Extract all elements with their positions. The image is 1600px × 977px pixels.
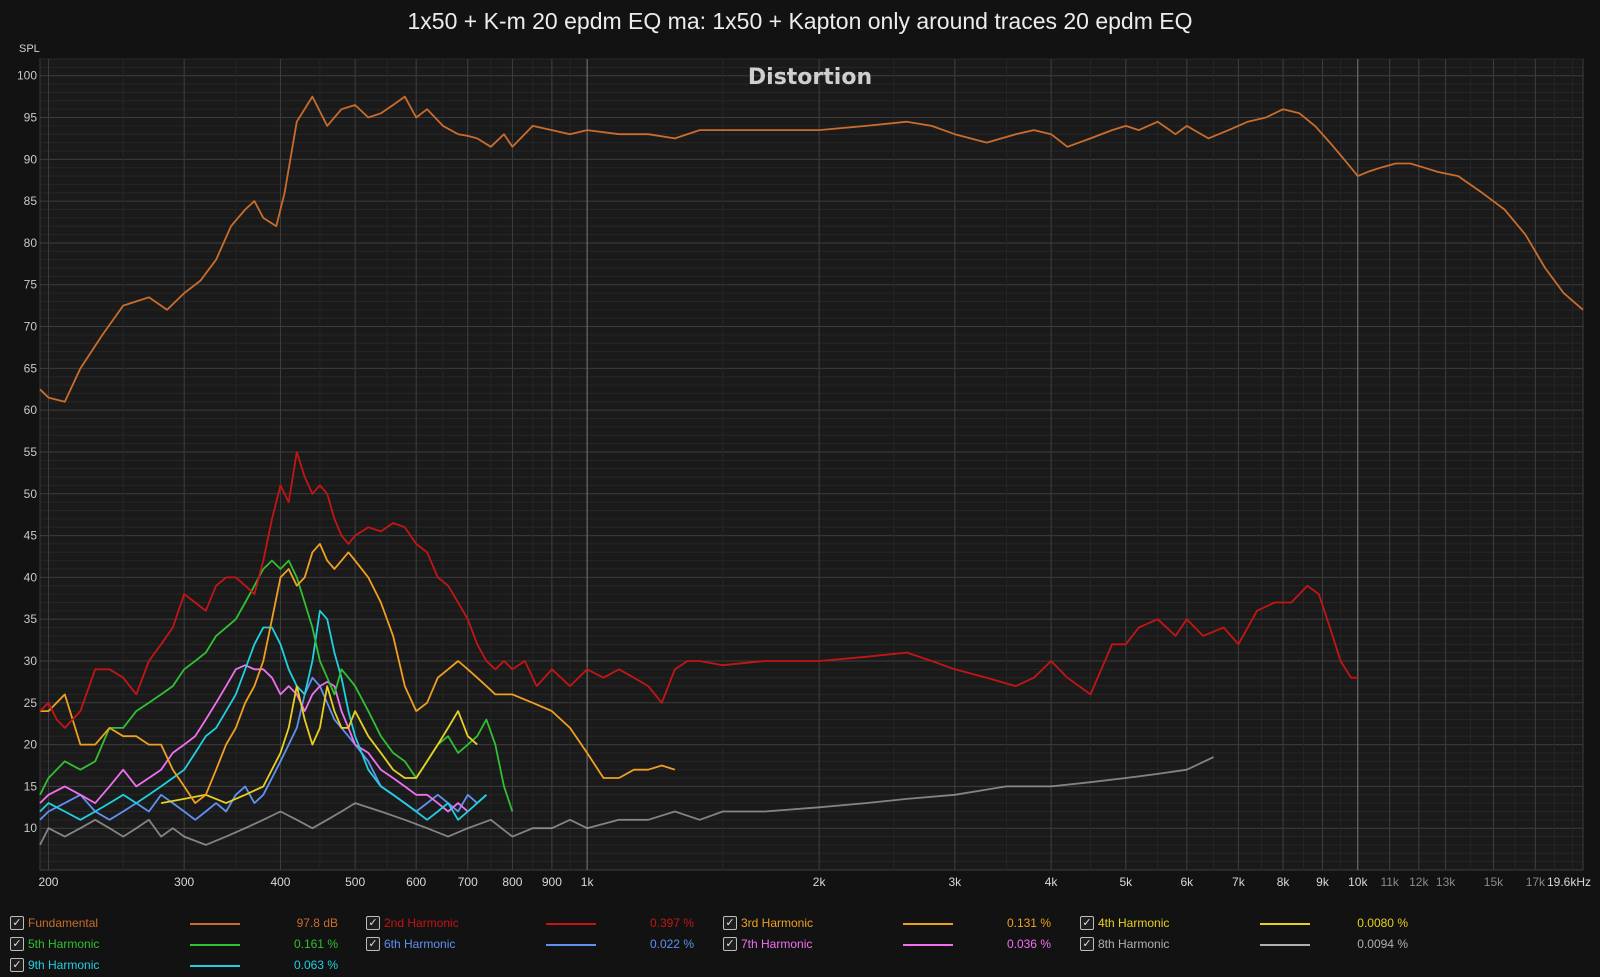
y-tick-label: 45 [24,529,38,543]
legend-label: Fundamental [28,916,99,930]
checkbox-icon[interactable]: ✓ [723,916,737,930]
x-tick-label: 1k [581,875,595,889]
x-tick-label: 17k [1526,875,1546,889]
x-tick-label: 600 [406,875,426,889]
legend-item-2nd-harmonic[interactable]: ✓ 2nd Harmonic 0.397 % [366,914,706,932]
x-tick-label: 2k [813,875,827,889]
legend-label: 9th Harmonic [28,958,100,972]
legend-item-3rd-harmonic[interactable]: ✓ 3rd Harmonic 0.131 % [723,914,1063,932]
legend-label: 5th Harmonic [28,937,100,951]
legend-label: 6th Harmonic [384,937,456,951]
legend-item-5th-harmonic[interactable]: ✓ 5th Harmonic 0.161 % [10,935,350,953]
y-tick-label: 75 [24,278,38,292]
y-tick-label: 10 [24,821,38,835]
legend-value: 0.022 % [649,937,694,951]
legend-value: 0.161 % [293,937,338,951]
checkbox-icon[interactable]: ✓ [366,916,380,930]
checkbox-icon[interactable]: ✓ [10,958,24,972]
legend-item-4th-harmonic[interactable]: ✓ 4th Harmonic 0.0080 % [1080,914,1420,932]
legend: ✓ Fundamental 97.8 dB ✓ 2nd Harmonic 0.3… [0,912,1600,974]
legend-swatch [190,923,240,925]
legend-swatch [546,944,596,946]
distortion-chart[interactable]: 10 15 20 25 30 35 40 45 50 55 60 65 70 75 80 85 90 95 100 2… [0,0,1600,912]
y-axis-label: SPL [19,43,40,55]
x-tick-label: 19.6kHz [1547,875,1591,889]
legend-swatch [903,923,953,925]
legend-label: 2nd Harmonic [384,916,459,930]
x-tick-label: 200 [38,875,58,889]
x-tick-label: 8k [1277,875,1291,889]
y-tick-label: 35 [24,612,38,626]
x-tick-label: 900 [542,875,562,889]
legend-swatch [1260,944,1310,946]
x-tick-label: 3k [948,875,962,889]
x-tick-label: 500 [345,875,365,889]
checkbox-icon[interactable]: ✓ [366,937,380,951]
y-tick-label: 55 [24,445,38,459]
legend-value: 0.036 % [1006,937,1051,951]
y-tick-label: 30 [24,654,38,668]
y-tick-label: 80 [24,236,38,250]
legend-value: 0.0080 % [1357,916,1408,930]
legend-label: 4th Harmonic [1098,916,1170,930]
legend-swatch [1260,923,1310,925]
checkbox-icon[interactable]: ✓ [10,937,24,951]
x-tick-label: 300 [174,875,194,889]
y-tick-label: 15 [24,779,38,793]
y-tick-label: 50 [24,487,38,501]
y-tick-label: 20 [24,738,38,752]
legend-item-9th-harmonic[interactable]: ✓ 9th Harmonic 0.063 % [10,956,350,974]
x-tick-label: 700 [458,875,478,889]
legend-item-8th-harmonic[interactable]: ✓ 8th Harmonic 0.0094 % [1080,935,1420,953]
x-tick-label: 11k [1380,875,1399,889]
legend-value: 0.0094 % [1357,937,1408,951]
x-tick-label: 6k [1180,875,1194,889]
legend-item-fundamental[interactable]: ✓ Fundamental 97.8 dB [10,914,350,932]
legend-swatch [903,944,953,946]
legend-value: 0.397 % [649,916,694,930]
y-tick-label: 70 [24,320,38,334]
x-tick-label: 400 [270,875,290,889]
legend-swatch [190,965,240,967]
x-tick-label: 12k [1409,875,1429,889]
chart-title: Distortion [748,65,872,90]
y-tick-label: 65 [24,361,38,375]
y-tick-label: 60 [24,403,38,417]
x-tick-label: 9k [1316,875,1330,889]
x-tick-label: 5k [1119,875,1133,889]
legend-value: 97.8 dB [296,916,338,930]
x-tick-label: 4k [1045,875,1059,889]
legend-label: 7th Harmonic [741,937,813,951]
y-tick-label: 40 [24,570,38,584]
y-tick-label: 95 [24,111,38,125]
x-tick-label: 7k [1232,875,1246,889]
checkbox-icon[interactable]: ✓ [723,937,737,951]
x-tick-label: 15k [1484,875,1504,889]
checkbox-icon[interactable]: ✓ [1080,916,1094,930]
y-tick-label: 100 [17,69,37,83]
legend-swatch [546,923,596,925]
legend-value: 0.063 % [293,958,338,972]
legend-item-7th-harmonic[interactable]: ✓ 7th Harmonic 0.036 % [723,935,1063,953]
legend-value: 0.131 % [1006,916,1051,930]
plot-area [39,58,1584,871]
legend-item-6th-harmonic[interactable]: ✓ 6th Harmonic 0.022 % [366,935,706,953]
x-tick-label: 800 [502,875,522,889]
checkbox-icon[interactable]: ✓ [1080,937,1094,951]
checkbox-icon[interactable]: ✓ [10,916,24,930]
legend-swatch [190,944,240,946]
x-tick-label: 10k [1348,875,1368,889]
legend-label: 3rd Harmonic [741,916,814,930]
y-tick-label: 85 [24,194,38,208]
x-tick-label: 13k [1436,875,1456,889]
y-tick-label: 25 [24,696,38,710]
y-tick-label: 90 [24,152,38,166]
legend-label: 8th Harmonic [1098,937,1170,951]
